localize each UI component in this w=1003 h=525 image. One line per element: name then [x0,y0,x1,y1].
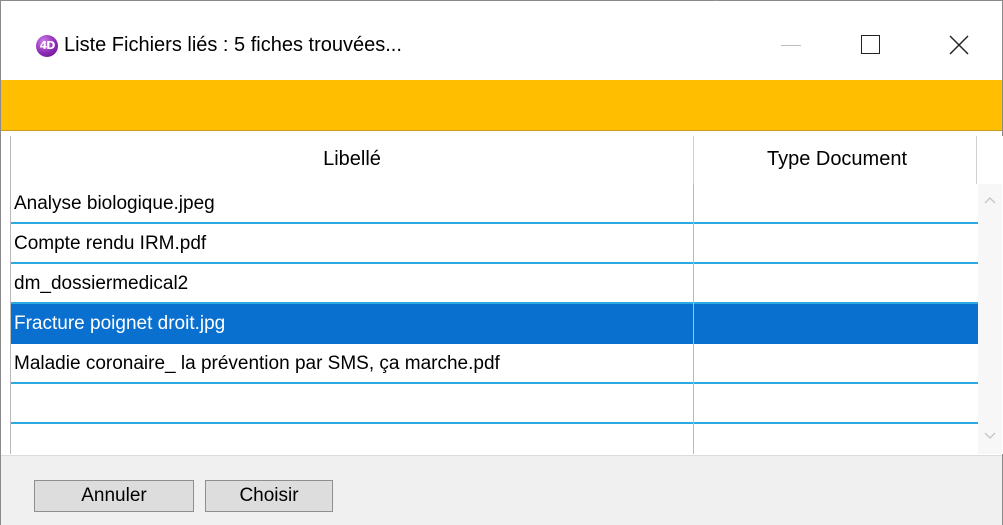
table-row-selected[interactable]: Fracture poignet droit.jpg [11,304,978,344]
column-divider [693,184,694,454]
cell-libelle: Analyse biologique.jpeg [14,193,215,214]
column-separator[interactable] [976,136,977,184]
maximize-button[interactable] [841,23,897,67]
cancel-button[interactable]: Annuler [34,480,194,512]
cell-libelle: Compte rendu IRM.pdf [14,233,207,254]
minimize-button[interactable] [765,23,821,67]
chevron-up-icon [984,197,996,204]
vertical-scrollbar[interactable] [978,184,1002,454]
cell-type-document [694,224,978,264]
close-button[interactable] [931,23,987,67]
cell-type-document [694,304,978,344]
table-row[interactable]: Analyse biologique.jpeg [11,184,978,224]
chevron-down-icon [984,432,996,439]
title-bar[interactable]: 4D Liste Fichiers liés : 5 fiches trouvé… [1,1,1002,79]
grid-header: Libellé Type Document [11,136,1003,184]
column-header-type-document[interactable]: Type Document [694,136,980,182]
cell-type-document [694,264,978,304]
grid-rows: Analyse biologique.jpeg Compte rendu IRM… [11,184,978,454]
table-row[interactable]: Compte rendu IRM.pdf [11,224,978,264]
dialog-window: 4D Liste Fichiers liés : 5 fiches trouvé… [0,0,1003,525]
cell-type-document [694,184,978,224]
scroll-up-button[interactable] [978,186,1002,216]
button-bar: Annuler Choisir [1,455,1002,525]
choose-button[interactable]: Choisir [205,480,333,512]
4d-app-icon: 4D [36,35,58,57]
window-title: Liste Fichiers liés : 5 fiches trouvées.… [64,34,402,56]
cell-libelle: Maladie coronaire_ la prévention par SMS… [14,353,500,374]
cell-type-document [694,384,978,424]
close-icon [949,35,969,55]
column-header-libelle[interactable]: Libellé [11,136,693,182]
cell-libelle: dm_dossiermedical2 [14,273,189,294]
table-row[interactable] [11,384,978,424]
table-row[interactable]: dm_dossiermedical2 [11,264,978,304]
table-row[interactable]: Maladie coronaire_ la prévention par SMS… [11,344,978,384]
cell-libelle: Fracture poignet droit.jpg [14,313,226,334]
banner-divider [1,130,1002,131]
cell-type-document [694,344,978,384]
cell-libelle [14,384,690,424]
scroll-down-button[interactable] [978,422,1002,452]
status-banner [1,80,1002,130]
